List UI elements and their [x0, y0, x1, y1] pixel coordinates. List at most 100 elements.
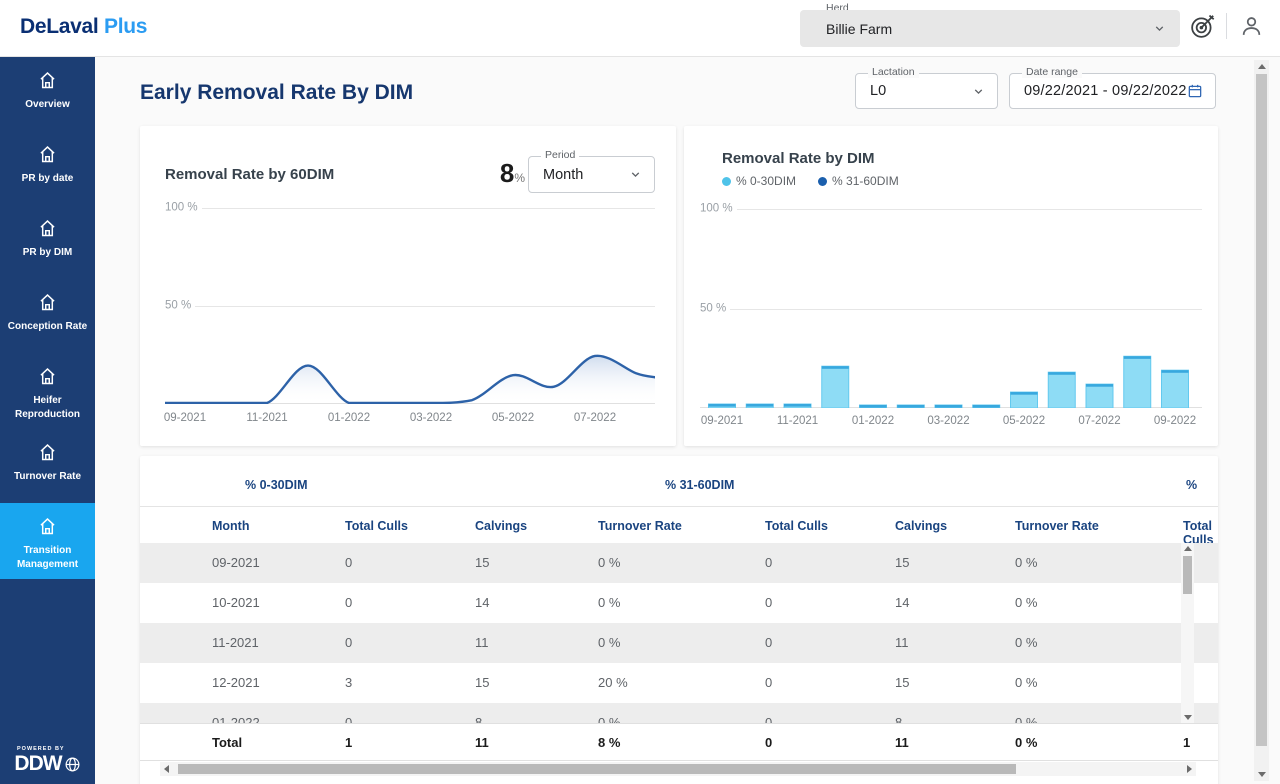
sidebar-item-transition-management[interactable]: Transition Management	[0, 503, 95, 579]
table-cell: 15	[895, 675, 909, 690]
app-root: DeLaval Plus Herd Billie Farm	[0, 0, 1280, 784]
legend-label: % 31-60DIM	[832, 174, 899, 188]
globe-icon	[64, 756, 81, 773]
sidebar-item-heifer-reproduction[interactable]: Heifer Reproduction	[0, 353, 95, 429]
table-cell: 15	[475, 675, 489, 690]
date-range-picker[interactable]: Date range 09/22/2021 - 09/22/2022	[1009, 73, 1216, 109]
home-icon	[37, 366, 58, 387]
table-cell: 0	[765, 595, 772, 610]
table-cell: 15	[475, 555, 489, 570]
table-hscroll-thumb[interactable]	[178, 764, 1016, 774]
sidebar-item-label: Overview	[25, 98, 69, 112]
x-axis-tick: 11-2021	[777, 415, 818, 427]
table-cell: 0	[345, 555, 352, 570]
app-logo-plus: Plus	[104, 15, 147, 38]
table-group-header: % 31-60DIM	[665, 478, 734, 492]
lactation-select[interactable]: Lactation L0	[855, 73, 998, 109]
x-axis-tick: 09-2021	[164, 412, 206, 424]
table-cell: 0 %	[598, 635, 620, 650]
ddw-logo: DDW	[14, 752, 61, 776]
table-column-header: Total Culls	[345, 519, 408, 533]
kpi-unit: %	[514, 171, 525, 185]
lactation-select-label: Lactation	[868, 66, 919, 78]
scrollbar-down-arrow[interactable]	[1184, 715, 1192, 720]
table-cell: 0 %	[598, 715, 620, 723]
top-bar: DeLaval Plus Herd Billie Farm	[0, 0, 1280, 57]
x-axis-tick: 01-2022	[852, 415, 894, 427]
page-vertical-scrollbar[interactable]	[1254, 60, 1269, 781]
table-total-cell: 8 %	[598, 735, 620, 750]
table-cell: 8	[475, 715, 482, 723]
table-cell: 0 %	[598, 555, 620, 570]
sidebar-item-label: Conception Rate	[8, 320, 87, 334]
table-total-cell: 11	[895, 735, 909, 750]
home-icon	[37, 442, 58, 463]
goal-target-icon[interactable]	[1187, 11, 1217, 41]
x-axis-tick: 01-2022	[328, 412, 370, 424]
calendar-icon	[1187, 83, 1203, 99]
table-total-cell: 1	[345, 735, 352, 750]
removal-rate-60dim-card: Removal Rate by 60DIM 8% Period Month 10…	[140, 126, 676, 446]
table-column-header: Calvings	[475, 519, 527, 533]
bar-chart-plot: 100 %50 %	[700, 209, 1202, 408]
scrollbar-left-arrow[interactable]	[164, 765, 169, 773]
user-account-icon[interactable]	[1236, 11, 1266, 41]
table-cell: 01-2022	[212, 715, 260, 723]
table-cell: 0	[765, 675, 772, 690]
bar-chart-title: Removal Rate by DIM	[722, 150, 875, 167]
period-select-value: Month	[543, 167, 629, 183]
home-icon	[37, 516, 58, 537]
table-cell: 0 %	[1015, 715, 1037, 723]
table-cell: 12-2021	[212, 675, 260, 690]
x-axis-tick: 03-2022	[927, 415, 969, 427]
home-icon	[37, 70, 58, 91]
sidebar-item-label: Heifer Reproduction	[4, 394, 91, 421]
sidebar-item-turnover-rate[interactable]: Turnover Rate	[0, 429, 95, 503]
kpi-value: 8	[500, 158, 514, 188]
date-range-value: 09/22/2021 - 09/22/2022	[1024, 83, 1187, 99]
scrollbar-down-arrow[interactable]	[1258, 772, 1266, 777]
sidebar-item-pr-by-date[interactable]: PR by date	[0, 131, 95, 205]
scrollbar-right-arrow[interactable]	[1187, 765, 1192, 773]
table-cell: 20 %	[598, 675, 628, 690]
legend-dot	[818, 177, 827, 186]
period-select[interactable]: Period Month	[528, 156, 655, 193]
table-group-header: %	[1186, 478, 1197, 492]
legend-item-0-30dim[interactable]: % 0-30DIM	[722, 174, 796, 188]
table-column-header: Calvings	[895, 519, 947, 533]
scrollbar-up-arrow[interactable]	[1258, 64, 1266, 69]
x-axis-tick: 03-2022	[410, 412, 452, 424]
table-row: 12-202131520 %0150 %	[140, 663, 1218, 703]
main-content: Early Removal Rate By DIM Lactation L0 D…	[95, 57, 1280, 784]
table-column-header: Total Culls	[765, 519, 828, 533]
table-vscroll-thumb[interactable]	[1183, 556, 1192, 594]
table-cell: 3	[345, 675, 352, 690]
period-select-label: Period	[541, 149, 579, 161]
table-vertical-scrollbar[interactable]	[1181, 543, 1194, 723]
sidebar-item-overview[interactable]: Overview	[0, 57, 95, 131]
herd-select[interactable]: Billie Farm	[800, 10, 1180, 47]
table-horizontal-scrollbar[interactable]	[160, 762, 1196, 776]
sidebar-item-pr-by-dim[interactable]: PR by DIM	[0, 205, 95, 279]
date-range-label: Date range	[1022, 66, 1082, 78]
table-cell: 0	[765, 555, 772, 570]
table-row: 09-20210150 %0150 %	[140, 543, 1218, 583]
app-logo-delaval: DeLaval	[20, 15, 98, 38]
line-chart-title: Removal Rate by 60DIM	[165, 166, 334, 183]
chevron-down-icon	[629, 168, 642, 181]
page-vscroll-thumb[interactable]	[1256, 74, 1267, 746]
table-total-cell: 0	[765, 735, 772, 750]
goal-target-icon-svg	[1189, 13, 1216, 40]
x-axis-tick: 11-2021	[246, 412, 287, 424]
table-total-cell: 0 %	[1015, 735, 1037, 750]
table-column-header: Turnover Rate	[598, 519, 682, 533]
legend-item-31-60dim[interactable]: % 31-60DIM	[818, 174, 899, 188]
table-cell: 0 %	[1015, 635, 1037, 650]
x-axis-tick: 09-2021	[701, 415, 743, 427]
sidebar-item-label: PR by date	[22, 172, 74, 186]
sidebar-item-conception-rate[interactable]: Conception Rate	[0, 279, 95, 353]
scrollbar-up-arrow[interactable]	[1184, 546, 1192, 551]
table-group-header: % 0-30DIM	[245, 478, 308, 492]
table-cell: 0 %	[1015, 595, 1037, 610]
sidebar-footer: POWERED BY DDW	[0, 746, 95, 776]
